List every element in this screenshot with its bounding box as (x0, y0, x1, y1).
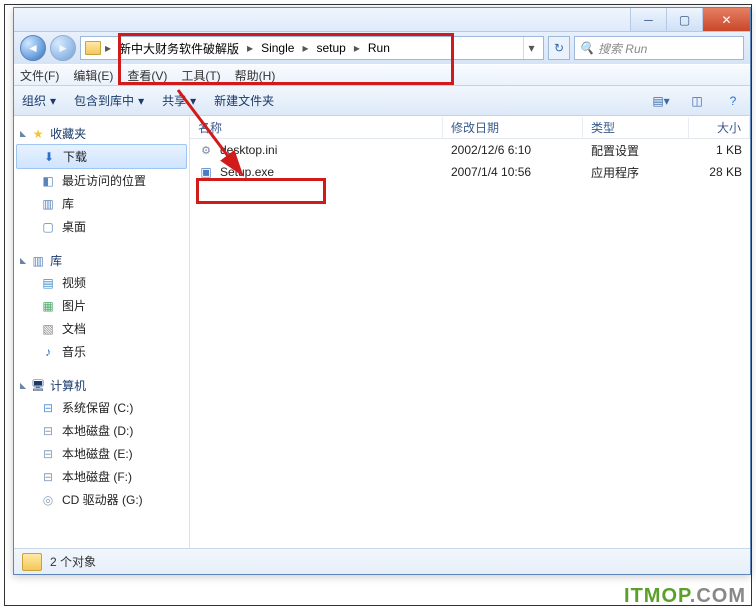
document-icon (40, 321, 56, 337)
breadcrumb[interactable]: 新中大财务软件破解版 (115, 37, 243, 59)
sidebar-item-desktop[interactable]: 桌面 (14, 215, 189, 238)
folder-icon (22, 553, 42, 571)
computer-icon (30, 378, 46, 394)
folder-icon (85, 41, 101, 55)
column-type[interactable]: 类型 (583, 117, 689, 138)
sidebar-item-pictures[interactable]: 图片 (14, 294, 189, 317)
preview-pane-icon[interactable]: ◫ (688, 92, 706, 110)
sidebar-item-downloads[interactable]: 下载 (16, 144, 187, 169)
file-row[interactable]: Setup.exe 2007/1/4 10:56 应用程序 28 KB (190, 161, 750, 183)
column-date[interactable]: 修改日期 (443, 117, 583, 138)
back-button[interactable]: ◄ (20, 35, 46, 61)
sidebar-libraries[interactable]: ◣库 (14, 250, 189, 271)
address-dropdown-icon[interactable]: ▾ (523, 37, 539, 59)
sidebar-item-music[interactable]: 音乐 (14, 340, 189, 363)
sidebar-item-video[interactable]: 视频 (14, 271, 189, 294)
library-icon (30, 253, 46, 269)
exe-file-icon (198, 164, 214, 180)
sidebar-item-drive-c[interactable]: 系统保留 (C:) (14, 396, 189, 419)
help-icon[interactable]: ? (724, 92, 742, 110)
menu-tools[interactable]: 工具(T) (181, 67, 220, 84)
video-icon (40, 275, 56, 291)
library-icon (40, 196, 56, 212)
cd-icon (40, 492, 56, 508)
desktop-icon (40, 219, 56, 235)
explorer-window: ─ ▢ ✕ ◄ ► ▸ 新中大财务软件破解版 ▸ Single ▸ setup … (13, 7, 751, 575)
new-folder-button[interactable]: 新建文件夹 (214, 92, 274, 109)
sidebar: ◣收藏夹 下载 最近访问的位置 库 桌面 ◣库 视频 图片 文档 音乐 ◣计算机… (14, 117, 190, 548)
menu-file[interactable]: 文件(F) (20, 67, 59, 84)
refresh-button[interactable]: ↻ (548, 36, 570, 60)
breadcrumb[interactable]: setup (312, 37, 349, 59)
recent-icon (40, 173, 56, 189)
search-placeholder: 搜索 Run (598, 40, 647, 57)
ini-file-icon (198, 142, 214, 158)
sidebar-item-drive-g[interactable]: CD 驱动器 (G:) (14, 488, 189, 511)
drive-icon (40, 446, 56, 462)
sidebar-favorites[interactable]: ◣收藏夹 (14, 123, 189, 144)
status-count: 2 个对象 (50, 553, 96, 570)
file-list: 名称 修改日期 类型 大小 desktop.ini 2002/12/6 6:10… (190, 117, 750, 548)
breadcrumb[interactable]: Run (364, 37, 394, 59)
chevron-right-icon[interactable]: ▸ (245, 41, 255, 55)
column-name[interactable]: 名称 (190, 117, 443, 138)
share-button[interactable]: 共享 ▾ (162, 92, 196, 109)
drive-icon (40, 400, 56, 416)
sidebar-item-drive-e[interactable]: 本地磁盘 (E:) (14, 442, 189, 465)
menu-edit[interactable]: 编辑(E) (73, 67, 113, 84)
column-size[interactable]: 大小 (689, 117, 750, 138)
watermark: ITMOP.COM (624, 585, 746, 608)
chevron-right-icon[interactable]: ▸ (300, 41, 310, 55)
music-icon (40, 344, 56, 360)
menu-view[interactable]: 查看(V) (127, 67, 167, 84)
close-button[interactable]: ✕ (702, 8, 750, 31)
titlebar: ─ ▢ ✕ (14, 8, 750, 32)
address-bar[interactable]: ▸ 新中大财务软件破解版 ▸ Single ▸ setup ▸ Run ▾ (80, 36, 544, 60)
file-row[interactable]: desktop.ini 2002/12/6 6:10 配置设置 1 KB (190, 139, 750, 161)
download-icon (41, 149, 57, 165)
sidebar-item-library[interactable]: 库 (14, 192, 189, 215)
picture-icon (40, 298, 56, 314)
maximize-button[interactable]: ▢ (666, 8, 702, 31)
drive-icon (40, 423, 56, 439)
chevron-right-icon[interactable]: ▸ (103, 41, 113, 55)
sidebar-item-drive-d[interactable]: 本地磁盘 (D:) (14, 419, 189, 442)
view-options-icon[interactable]: ▤▾ (652, 92, 670, 110)
sidebar-item-documents[interactable]: 文档 (14, 317, 189, 340)
breadcrumb[interactable]: Single (257, 37, 298, 59)
organize-button[interactable]: 组织 ▾ (22, 92, 56, 109)
menu-bar: 文件(F) 编辑(E) 查看(V) 工具(T) 帮助(H) (14, 64, 750, 86)
include-library-button[interactable]: 包含到库中 ▾ (74, 92, 144, 109)
forward-button[interactable]: ► (50, 35, 76, 61)
column-headers: 名称 修改日期 类型 大小 (190, 117, 750, 139)
chevron-right-icon[interactable]: ▸ (352, 41, 362, 55)
address-row: ◄ ► ▸ 新中大财务软件破解版 ▸ Single ▸ setup ▸ Run … (14, 32, 750, 64)
menu-help[interactable]: 帮助(H) (235, 67, 276, 84)
search-input[interactable]: 🔍 搜索 Run (574, 36, 744, 60)
star-icon (30, 126, 46, 142)
drive-icon (40, 469, 56, 485)
search-icon: 🔍 (579, 41, 594, 55)
status-bar: 2 个对象 (14, 548, 750, 574)
toolbar: 组织 ▾ 包含到库中 ▾ 共享 ▾ 新建文件夹 ▤▾ ◫ ? (14, 86, 750, 116)
sidebar-item-recent[interactable]: 最近访问的位置 (14, 169, 189, 192)
sidebar-item-drive-f[interactable]: 本地磁盘 (F:) (14, 465, 189, 488)
sidebar-computer[interactable]: ◣计算机 (14, 375, 189, 396)
minimize-button[interactable]: ─ (630, 8, 666, 31)
